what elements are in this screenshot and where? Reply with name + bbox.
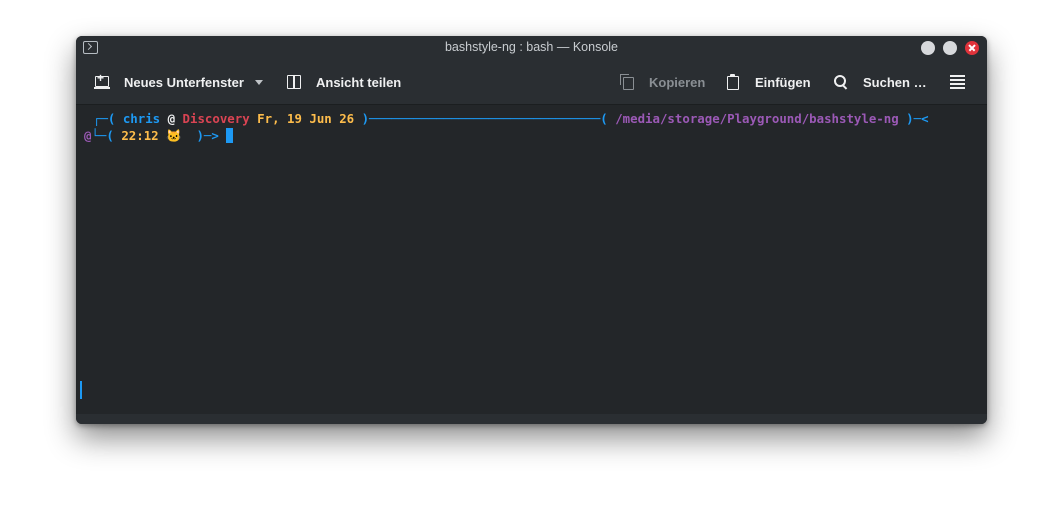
prompt-end: )─< bbox=[898, 111, 929, 126]
hamburger-menu-icon[interactable] bbox=[950, 75, 965, 89]
split-view-icon bbox=[286, 74, 302, 90]
scroll-marker bbox=[80, 381, 82, 399]
prompt-arrow: )─> bbox=[188, 128, 227, 143]
prompt-time: 22:12 bbox=[121, 128, 159, 143]
prompt-line-2: @└─( 22:12 🐱 )─> bbox=[84, 127, 234, 144]
prompt-line-1: ┌─( chris @ Discovery Fr, 19 Jun 26 )───… bbox=[93, 110, 929, 127]
terminal-view[interactable]: ┌─( chris @ Discovery Fr, 19 Jun 26 )───… bbox=[76, 105, 987, 414]
bottom-frame bbox=[76, 414, 987, 424]
split-view-label: Ansicht teilen bbox=[316, 74, 402, 90]
paste-icon bbox=[725, 74, 741, 90]
split-view-button[interactable]: Ansicht teilen bbox=[286, 60, 401, 104]
prompt-open: ┌─( bbox=[93, 111, 123, 126]
toolbar: Neues Unterfenster Ansicht teilen Kopier… bbox=[76, 60, 987, 105]
copy-button[interactable]: Kopieren bbox=[619, 60, 705, 104]
prompt-at: @ bbox=[160, 111, 183, 126]
prompt-rule: )───────────────────────────────( bbox=[354, 111, 616, 126]
prompt-date: Fr, 19 Jun 26 bbox=[249, 111, 355, 126]
new-tab-label: Neues Unterfenster bbox=[124, 74, 244, 90]
close-button[interactable] bbox=[965, 41, 979, 55]
new-tab-icon bbox=[94, 71, 110, 90]
find-button[interactable]: Suchen … bbox=[833, 60, 927, 104]
prompt-user: chris bbox=[122, 111, 161, 126]
paste-label: Einfügen bbox=[755, 74, 811, 90]
cat-icon: 🐱 bbox=[158, 128, 189, 143]
copy-icon bbox=[619, 74, 635, 90]
minimize-button[interactable] bbox=[921, 41, 935, 55]
text-cursor bbox=[226, 128, 234, 143]
prompt-open-2: └─( bbox=[91, 128, 122, 143]
maximize-button[interactable] bbox=[943, 41, 957, 55]
window-title: bashstyle-ng : bash — Konsole bbox=[444, 40, 619, 54]
copy-label: Kopieren bbox=[649, 74, 706, 90]
konsole-window: bashstyle-ng : bash — Konsole Neues Unte… bbox=[76, 36, 987, 424]
title-bar[interactable]: bashstyle-ng : bash — Konsole bbox=[76, 36, 987, 60]
search-icon bbox=[833, 74, 849, 90]
new-tab-button[interactable]: Neues Unterfenster bbox=[94, 60, 263, 104]
find-label: Suchen … bbox=[863, 74, 927, 90]
chevron-down-icon[interactable] bbox=[254, 79, 263, 85]
prompt-path: /media/storage/Playground/bashstyle-ng bbox=[615, 111, 899, 126]
paste-button[interactable]: Einfügen bbox=[725, 60, 811, 104]
prompt-host: Discovery bbox=[182, 111, 250, 126]
